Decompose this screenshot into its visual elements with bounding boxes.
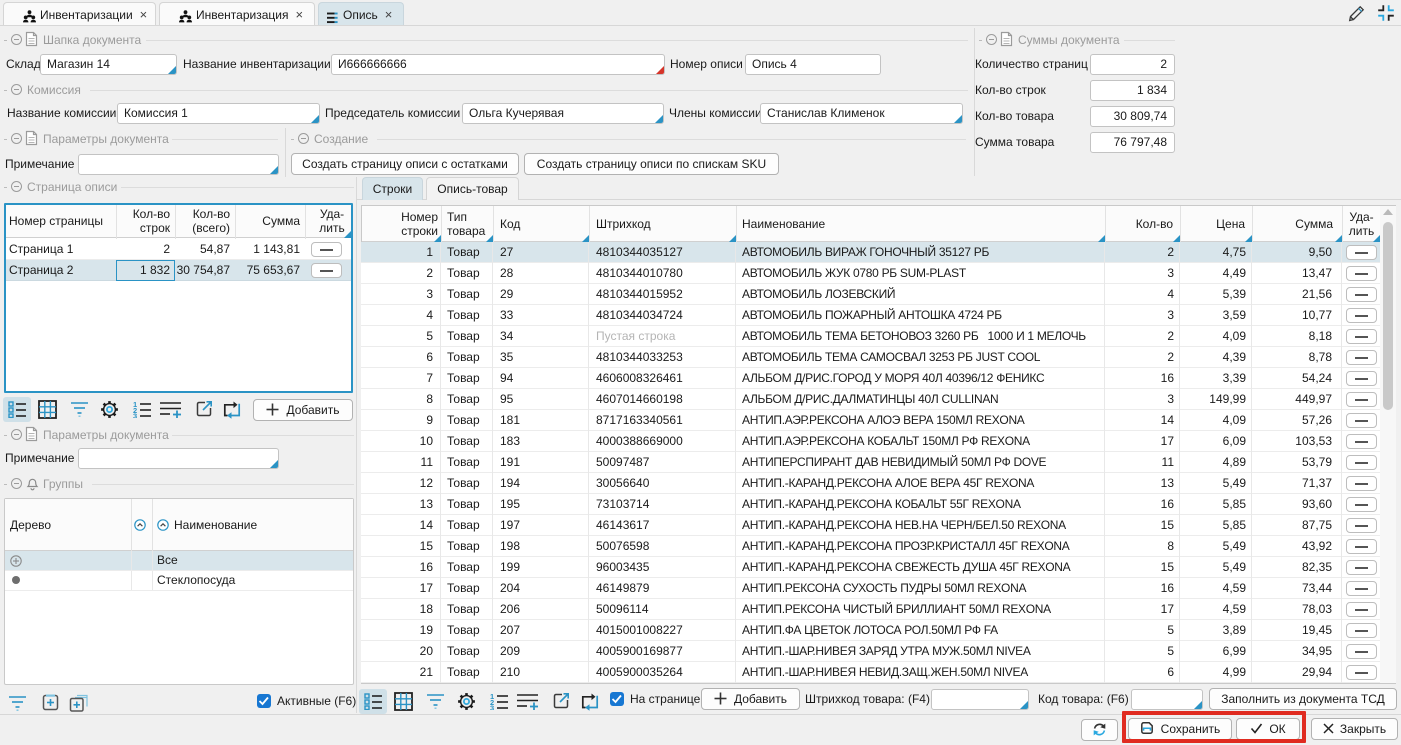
svg-text:3: 3 — [490, 704, 494, 711]
svg-text:3: 3 — [133, 412, 137, 419]
